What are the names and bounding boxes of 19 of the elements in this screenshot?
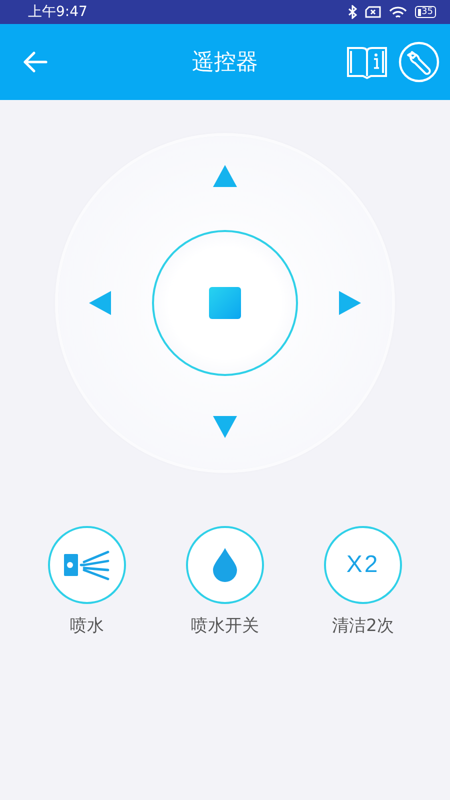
- action-label: 清洁2次: [332, 615, 394, 637]
- settings-button[interactable]: [398, 41, 440, 83]
- back-button[interactable]: [22, 51, 48, 73]
- left-arrow-button[interactable]: [89, 291, 111, 315]
- action-label: 喷水: [70, 615, 104, 637]
- sim-icon: [364, 6, 381, 18]
- clock: 上午9:47: [28, 3, 88, 21]
- battery-icon: 35: [414, 6, 436, 18]
- spray-icon: [64, 548, 110, 582]
- page-title: 遥控器: [192, 50, 258, 75]
- right-arrow-button[interactable]: [339, 291, 361, 315]
- action-label: 喷水开关: [191, 615, 259, 637]
- repeat-button[interactable]: X2: [324, 526, 402, 604]
- up-arrow-button[interactable]: [213, 165, 237, 187]
- manual-button[interactable]: [346, 44, 388, 80]
- wifi-icon: [388, 6, 407, 18]
- down-arrow-button[interactable]: [213, 416, 237, 438]
- bluetooth-icon: [348, 5, 357, 19]
- water-drop-icon: [213, 548, 237, 582]
